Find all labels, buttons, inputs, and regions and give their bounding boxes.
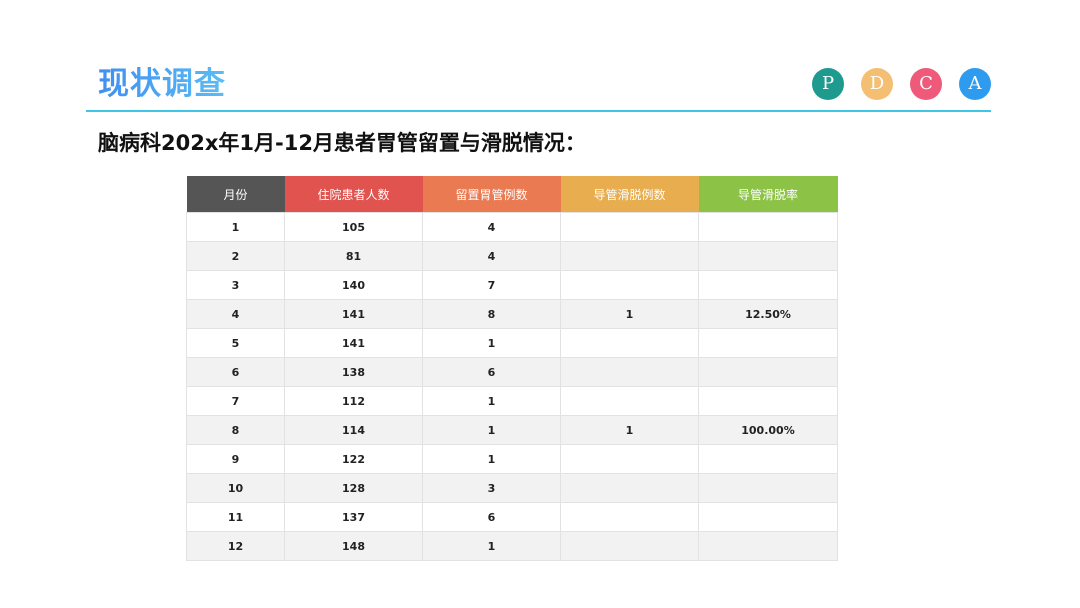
page-title: 现状调查 (98, 62, 226, 106)
table-row: 11 137 6 (186, 502, 838, 532)
table-cell (698, 531, 838, 561)
table-row: 9 122 1 (186, 444, 838, 474)
table-cell (560, 270, 699, 300)
table-cell: 6 (186, 357, 285, 387)
table-cell: 1 (560, 415, 699, 445)
table-cell (560, 473, 699, 503)
table-row: 7 112 1 (186, 386, 838, 416)
table-cell: 141 (284, 328, 423, 358)
table-cell: 140 (284, 270, 423, 300)
table-row: 4 141 8 1 12.50% (186, 299, 838, 329)
table-cell: 141 (284, 299, 423, 329)
pdca-circle-a[interactable]: A (959, 68, 991, 100)
table-cell (698, 502, 838, 532)
table-cell: 7 (422, 270, 561, 300)
table-cell (698, 241, 838, 271)
table-row: 12 148 1 (186, 531, 838, 561)
column-header: 导管滑脱率 (698, 176, 838, 213)
table-cell: 4 (186, 299, 285, 329)
table-cell: 138 (284, 357, 423, 387)
table-cell: 1 (422, 328, 561, 358)
table-cell: 12 (186, 531, 285, 561)
table-cell: 1 (422, 444, 561, 474)
table-cell: 10 (186, 473, 285, 503)
table-cell: 8 (186, 415, 285, 445)
table-row: 3 140 7 (186, 270, 838, 300)
table-cell: 81 (284, 241, 423, 271)
header-divider (86, 110, 991, 112)
table-body: 1 105 4 2 81 4 3 140 7 4 141 8 1 12.50% 5 141 1 6 138 6 7 112… (186, 212, 838, 561)
table-row: 1 105 4 (186, 212, 838, 242)
table-cell (698, 444, 838, 474)
pdca-indicator: P D C A (812, 68, 991, 100)
table-cell: 148 (284, 531, 423, 561)
table-cell: 3 (186, 270, 285, 300)
table-cell (560, 357, 699, 387)
table-cell: 6 (422, 502, 561, 532)
table-row: 2 81 4 (186, 241, 838, 271)
table-cell: 9 (186, 444, 285, 474)
section-subtitle: 脑病科202x年1月-12月患者胃管留置与滑脱情况： (98, 131, 586, 155)
table-cell (560, 444, 699, 474)
table-row: 5 141 1 (186, 328, 838, 358)
table-cell (560, 212, 699, 242)
table-cell (698, 270, 838, 300)
column-header: 住院患者人数 (284, 176, 423, 213)
pdca-letter: C (919, 73, 933, 94)
data-table: 月份 住院患者人数 留置胃管例数 导管滑脱例数 导管滑脱率 1 105 4 2 81 4 3 140 7… (186, 176, 838, 561)
table-cell: 6 (422, 357, 561, 387)
table-cell: 11 (186, 502, 285, 532)
table-cell: 1 (422, 415, 561, 445)
table-cell (698, 473, 838, 503)
pdca-circle-d[interactable]: D (861, 68, 893, 100)
table-cell: 12.50% (698, 299, 838, 329)
table-cell: 4 (422, 241, 561, 271)
pdca-letter: D (869, 73, 885, 94)
column-header: 留置胃管例数 (422, 176, 561, 213)
table-header-row: 月份 住院患者人数 留置胃管例数 导管滑脱例数 导管滑脱率 (186, 176, 838, 213)
table-cell (560, 241, 699, 271)
table-cell: 4 (422, 212, 561, 242)
column-header: 月份 (186, 176, 285, 213)
table-cell: 105 (284, 212, 423, 242)
table-cell: 1 (422, 386, 561, 416)
table-row: 6 138 6 (186, 357, 838, 387)
table-cell: 1 (422, 531, 561, 561)
table-cell: 122 (284, 444, 423, 474)
table-cell: 7 (186, 386, 285, 416)
table-cell: 3 (422, 473, 561, 503)
table-cell (698, 386, 838, 416)
table-cell (698, 212, 838, 242)
table-cell: 5 (186, 328, 285, 358)
table-row: 10 128 3 (186, 473, 838, 503)
table-cell (560, 328, 699, 358)
table-cell: 2 (186, 241, 285, 271)
table-cell: 137 (284, 502, 423, 532)
table-cell: 100.00% (698, 415, 838, 445)
table-cell: 128 (284, 473, 423, 503)
column-header: 导管滑脱例数 (560, 176, 699, 213)
table-cell: 1 (186, 212, 285, 242)
table-cell: 8 (422, 299, 561, 329)
pdca-letter: P (821, 73, 835, 94)
table-cell (698, 357, 838, 387)
table-cell: 1 (560, 299, 699, 329)
table-cell: 114 (284, 415, 423, 445)
pdca-letter: A (968, 73, 982, 94)
pdca-circle-c[interactable]: C (910, 68, 942, 100)
table-cell (698, 328, 838, 358)
pdca-circle-p[interactable]: P (812, 68, 844, 100)
table-cell (560, 386, 699, 416)
table-cell: 112 (284, 386, 423, 416)
table-cell (560, 502, 699, 532)
table-cell (560, 531, 699, 561)
table-row: 8 114 1 1 100.00% (186, 415, 838, 445)
